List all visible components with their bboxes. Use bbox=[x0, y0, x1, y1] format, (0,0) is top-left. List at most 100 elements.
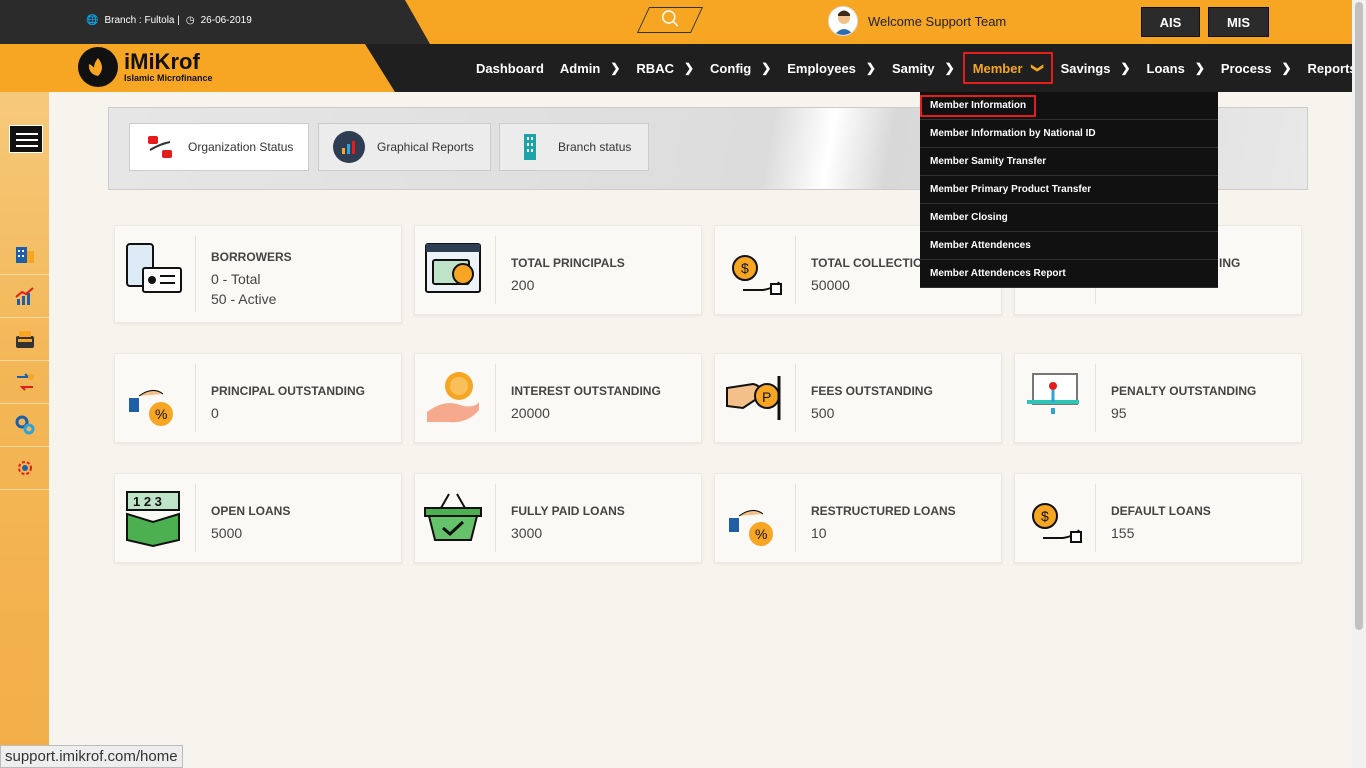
date-label: 26-06-2019 bbox=[200, 15, 252, 26]
logo-name: iMiKrof bbox=[124, 49, 200, 74]
chevron-right-icon: ❯ bbox=[761, 61, 772, 75]
avatar bbox=[828, 6, 858, 36]
mis-button[interactable]: MIS bbox=[1208, 7, 1269, 37]
card-value: 50 - Active bbox=[211, 291, 277, 307]
card-fees-outstanding: P FEES OUTSTANDING 500 bbox=[714, 353, 1002, 443]
cash-register-icon[interactable] bbox=[0, 318, 49, 361]
nav-label: RBAC bbox=[636, 60, 674, 76]
building-icon[interactable] bbox=[0, 232, 49, 275]
card-title: FEES OUTSTANDING bbox=[811, 384, 933, 398]
card-value: 200 bbox=[511, 277, 535, 293]
hand-percent-bag-icon: % bbox=[723, 488, 783, 548]
icon-digits: 1 2 3 bbox=[133, 494, 162, 509]
logo[interactable]: iMiKrof Islamic Microfinance bbox=[78, 47, 213, 87]
money-bag-hand-icon: $ bbox=[1023, 488, 1083, 548]
card-total-principals: TOTAL PRINCIPALS 200 bbox=[414, 225, 702, 315]
settings-icon[interactable] bbox=[0, 447, 49, 490]
open-book-123-icon: 1 2 3 bbox=[123, 488, 183, 548]
chevron-right-icon: ❯ bbox=[1194, 61, 1205, 75]
svg-text:$: $ bbox=[1041, 508, 1049, 524]
tab-label: Branch status bbox=[558, 140, 632, 154]
chart-growth-icon[interactable] bbox=[0, 275, 49, 318]
globe-icon: 🌐 bbox=[86, 15, 99, 26]
card-title: INTEREST OUTSTANDING bbox=[511, 384, 661, 398]
search-icon bbox=[661, 9, 679, 32]
chart-icon bbox=[333, 131, 365, 163]
penalty-board-icon bbox=[1023, 368, 1083, 428]
card-value: 10 bbox=[811, 525, 827, 541]
menu-item-member-attendences[interactable]: Member Attendences bbox=[920, 232, 1218, 260]
nav-label: Config bbox=[710, 60, 752, 76]
chevron-right-icon: ❯ bbox=[1120, 61, 1131, 75]
card-title: PRINCIPAL OUTSTANDING bbox=[211, 384, 366, 398]
basket-check-icon bbox=[423, 488, 483, 548]
chevron-right-icon: ❯ bbox=[865, 61, 876, 75]
fee-hand-icon: P bbox=[723, 368, 783, 428]
card-default-loans: $ DEFAULT LOANS 155 bbox=[1014, 473, 1302, 563]
nav-loans[interactable]: Loans ❯ bbox=[1139, 52, 1213, 84]
tab-label: Graphical Reports bbox=[377, 140, 474, 154]
tab-organization-status[interactable]: Organization Status bbox=[129, 123, 309, 171]
nav-menu: Dashboard Admin ❯ RBAC ❯ Config ❯ Employees… bbox=[468, 44, 1366, 92]
card-title: DEFAULT LOANS bbox=[1111, 504, 1211, 518]
nav-samity[interactable]: Samity ❯ bbox=[884, 52, 963, 84]
exchange-icon[interactable] bbox=[0, 361, 49, 404]
tab-label: Organization Status bbox=[188, 140, 294, 154]
menu-item-member-primary-product-transfer[interactable]: Member Primary Product Transfer bbox=[920, 176, 1218, 204]
card-open-loans: 1 2 3 OPEN LOANS 5000 bbox=[114, 473, 402, 563]
svg-text:P: P bbox=[762, 389, 771, 405]
branch-label: Branch : Fultola | bbox=[104, 15, 180, 26]
nav-label: Process bbox=[1220, 60, 1272, 76]
money-bag-hand-icon: $ bbox=[723, 240, 783, 300]
nav-label: Employees bbox=[787, 60, 856, 76]
nav-label: Reports bbox=[1307, 60, 1357, 76]
leaf-logo-icon bbox=[78, 47, 118, 87]
nav-member[interactable]: Member ❯ bbox=[962, 52, 1053, 84]
tab-graphical-reports[interactable]: Graphical Reports bbox=[318, 123, 491, 171]
nav-admin[interactable]: Admin ❯ bbox=[552, 52, 629, 84]
user-welcome[interactable]: Welcome Support Team bbox=[828, 6, 1006, 36]
chevron-right-icon: ❯ bbox=[683, 61, 695, 75]
menu-item-member-closing[interactable]: Member Closing bbox=[920, 204, 1218, 232]
ais-button[interactable]: AIS bbox=[1141, 7, 1200, 37]
nav-dashboard[interactable]: Dashboard bbox=[468, 52, 552, 84]
clock-icon: ◷ bbox=[185, 15, 195, 26]
chevron-right-icon: ❯ bbox=[1281, 61, 1292, 75]
menu-item-member-information[interactable]: Member Information bbox=[920, 92, 1218, 120]
nav-config[interactable]: Config ❯ bbox=[702, 52, 779, 84]
card-title: TOTAL COLLECTIO bbox=[811, 256, 923, 270]
sidebar-icons bbox=[0, 232, 49, 490]
card-title: FULLY PAID LOANS bbox=[511, 504, 625, 518]
stopwatch-money-icon bbox=[423, 240, 483, 300]
hamburger-menu-button[interactable] bbox=[9, 125, 43, 153]
card-borrowers: BORROWERS 0 - Total 50 - Active bbox=[114, 225, 402, 323]
card-penalty-outstanding: PENALTY OUTSTANDING 95 bbox=[1014, 353, 1302, 443]
menu-item-label: Member Information bbox=[920, 94, 1036, 117]
nav-process[interactable]: Process ❯ bbox=[1213, 52, 1300, 84]
nav-rbac[interactable]: RBAC ❯ bbox=[628, 52, 702, 84]
card-interest-outstanding: INTEREST OUTSTANDING 20000 bbox=[414, 353, 702, 443]
tab-branch-status[interactable]: Branch status bbox=[499, 123, 649, 171]
coin-hand-icon bbox=[423, 368, 483, 428]
hand-percent-bag-icon: % bbox=[123, 368, 183, 428]
card-title: OPEN LOANS bbox=[211, 504, 291, 518]
member-dropdown-menu: Member Information Member Information by… bbox=[920, 92, 1218, 288]
card-title: TOTAL PRINCIPALS bbox=[511, 256, 625, 270]
card-value: 95 bbox=[1111, 405, 1127, 421]
menu-item-member-samity-transfer[interactable]: Member Samity Transfer bbox=[920, 148, 1218, 176]
nav-label: Loans bbox=[1146, 60, 1185, 76]
gears-icon[interactable] bbox=[0, 404, 49, 447]
nav-savings[interactable]: Savings ❯ bbox=[1053, 52, 1139, 84]
nav-employees[interactable]: Employees ❯ bbox=[779, 52, 884, 84]
svg-text:%: % bbox=[755, 526, 767, 542]
nav-label: Savings bbox=[1060, 60, 1111, 76]
page-scrollbar[interactable] bbox=[1352, 0, 1366, 768]
card-fully-paid-loans: FULLY PAID LOANS 3000 bbox=[414, 473, 702, 563]
menu-item-member-attendences-report[interactable]: Member Attendences Report bbox=[920, 260, 1218, 288]
card-value: 5000 bbox=[211, 525, 243, 541]
menu-item-member-info-national-id[interactable]: Member Information by National ID bbox=[920, 120, 1218, 148]
handshake-icon bbox=[144, 131, 176, 163]
card-value: 0 - Total bbox=[211, 271, 261, 287]
card-value: 3000 bbox=[511, 525, 543, 541]
card-title: ING bbox=[1219, 256, 1241, 270]
